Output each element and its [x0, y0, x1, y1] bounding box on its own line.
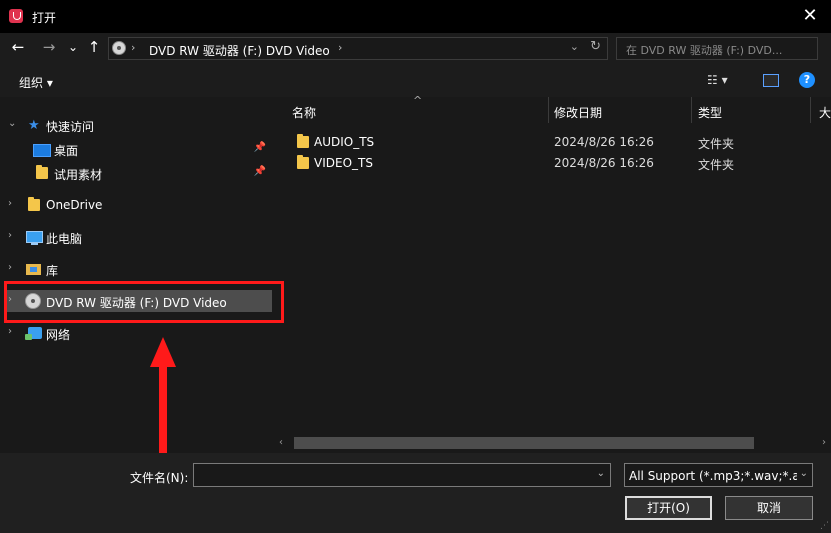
resize-grip-icon[interactable]: ⋰: [820, 521, 829, 531]
recent-locations-chevron-icon[interactable]: ⌄: [64, 40, 82, 54]
refresh-icon[interactable]: ↻: [590, 39, 601, 54]
file-date: 2024/8/26 16:26: [554, 135, 654, 149]
tree-item-label: 网络: [46, 328, 71, 342]
window-title: 打开: [32, 11, 57, 25]
highlight-box: [4, 281, 284, 323]
help-icon[interactable]: ?: [799, 72, 815, 88]
column-header-size[interactable]: 大: [801, 97, 831, 123]
organize-menu-button[interactable]: 组织 ▾: [19, 74, 53, 91]
tree-item-label: 快速访问: [46, 120, 95, 134]
tree-item-trial-material[interactable]: 试用素材 📌: [0, 162, 274, 184]
dvd-drive-icon: [112, 41, 126, 55]
address-bar[interactable]: › DVD RW 驱动器 (F:) DVD Video › ⌄ ↻: [108, 37, 608, 60]
computer-icon: [26, 231, 43, 245]
file-row[interactable]: VIDEO_TS 2024/8/26 16:26 文件夹: [274, 152, 831, 173]
star-icon: ★: [28, 118, 40, 133]
column-header-label: 名称: [292, 106, 317, 120]
tree-item-this-pc[interactable]: › 此电脑: [0, 226, 274, 248]
pin-icon: 📌: [253, 166, 266, 177]
tree-item-desktop[interactable]: 桌面 📌: [0, 138, 274, 160]
column-header-date[interactable]: 修改日期: [536, 97, 678, 123]
music-app-icon: [9, 9, 23, 23]
expand-chevron-icon[interactable]: ›: [8, 198, 12, 209]
file-type: 文件夹: [698, 158, 735, 172]
breadcrumb-chevron-icon[interactable]: ›: [338, 41, 342, 54]
folder-icon: [28, 197, 40, 211]
chevron-down-icon[interactable]: ⌄: [597, 468, 605, 479]
tree-item-label: 试用素材: [54, 168, 103, 182]
tree-item-label: 库: [46, 264, 59, 278]
pin-icon: 📌: [253, 142, 266, 153]
breadcrumb[interactable]: DVD RW 驱动器 (F:) DVD Video: [149, 42, 330, 59]
expand-chevron-icon[interactable]: ⌄: [8, 118, 16, 129]
folder-icon: [36, 165, 48, 179]
folder-icon: [297, 155, 309, 169]
filename-input[interactable]: ⌄: [193, 463, 611, 487]
tree-item-label: OneDrive: [46, 198, 103, 212]
address-dropdown-icon[interactable]: ⌄: [570, 40, 579, 53]
back-arrow-icon[interactable]: ←: [9, 38, 27, 56]
preview-pane-icon[interactable]: [763, 74, 779, 87]
file-type-filter-value: All Support (*.mp3;*.wav;*.au: [629, 469, 797, 483]
title-bar: 打开 ✕: [0, 0, 831, 33]
file-date: 2024/8/26 16:26: [554, 156, 654, 170]
column-header-label: 大: [819, 106, 831, 120]
tree-item-quick-access[interactable]: ⌄ ★ 快速访问: [0, 114, 274, 136]
file-row[interactable]: AUDIO_TS 2024/8/26 16:26 文件夹: [274, 131, 831, 152]
change-view-icon[interactable]: ☷ ▾: [707, 73, 728, 87]
command-toolbar: 组织 ▾ ☷ ▾ ?: [0, 63, 831, 97]
expand-chevron-icon[interactable]: ›: [8, 262, 12, 273]
forward-arrow-icon[interactable]: →: [40, 38, 58, 56]
library-icon: [26, 264, 41, 275]
column-header-label: 修改日期: [554, 106, 603, 120]
expand-chevron-icon[interactable]: ›: [8, 326, 12, 337]
tree-item-onedrive[interactable]: › OneDrive: [0, 194, 274, 216]
folder-icon: [297, 134, 309, 148]
file-name: VIDEO_TS: [314, 156, 373, 170]
file-list-pane: ^ 名称 修改日期 类型 大 AUDIO_TS 2024/8/26 16:26 …: [274, 94, 831, 453]
scroll-left-icon[interactable]: ‹: [279, 437, 283, 448]
close-icon[interactable]: ✕: [799, 5, 821, 26]
scrollbar-thumb[interactable]: [294, 437, 754, 449]
navigation-bar: ← → ⌄ ↑ › DVD RW 驱动器 (F:) DVD Video › ⌄ …: [0, 33, 831, 63]
file-type: 文件夹: [698, 137, 735, 151]
file-name: AUDIO_TS: [314, 135, 375, 149]
tree-item-network[interactable]: › 网络: [0, 322, 274, 344]
red-arrow-annotation: [150, 337, 176, 457]
tree-item-label: 此电脑: [46, 232, 83, 246]
open-button[interactable]: 打开(O): [625, 496, 712, 520]
search-input[interactable]: 在 DVD RW 驱动器 (F:) DVD...: [616, 37, 818, 60]
cancel-button[interactable]: 取消: [725, 496, 813, 520]
up-arrow-icon[interactable]: ↑: [85, 38, 103, 56]
column-header-type[interactable]: 类型: [680, 97, 800, 123]
bottom-bar: 文件名(N): ⌄ All Support (*.mp3;*.wav;*.au …: [0, 453, 831, 533]
column-header-label: 类型: [698, 106, 723, 120]
filename-label: 文件名(N):: [130, 471, 189, 485]
network-icon: [25, 327, 42, 340]
search-placeholder: 在 DVD RW 驱动器 (F:) DVD...: [626, 44, 783, 57]
chevron-down-icon[interactable]: ⌄: [800, 468, 808, 479]
file-type-filter-select[interactable]: All Support (*.mp3;*.wav;*.au ⌄: [624, 463, 813, 487]
scroll-right-icon[interactable]: ›: [822, 437, 826, 448]
desktop-icon: [33, 144, 51, 157]
navigation-pane: ⌄ ★ 快速访问 桌面 📌 试用素材 📌 › OneDrive › 此电脑 › …: [0, 97, 274, 453]
expand-chevron-icon[interactable]: ›: [8, 230, 12, 241]
horizontal-scrollbar[interactable]: ‹ ›: [274, 435, 831, 452]
breadcrumb-separator-icon: ›: [131, 41, 136, 54]
column-header-name[interactable]: 名称: [274, 97, 548, 123]
tree-item-label: 桌面: [54, 144, 79, 158]
tree-item-libraries[interactable]: › 库: [0, 258, 274, 280]
